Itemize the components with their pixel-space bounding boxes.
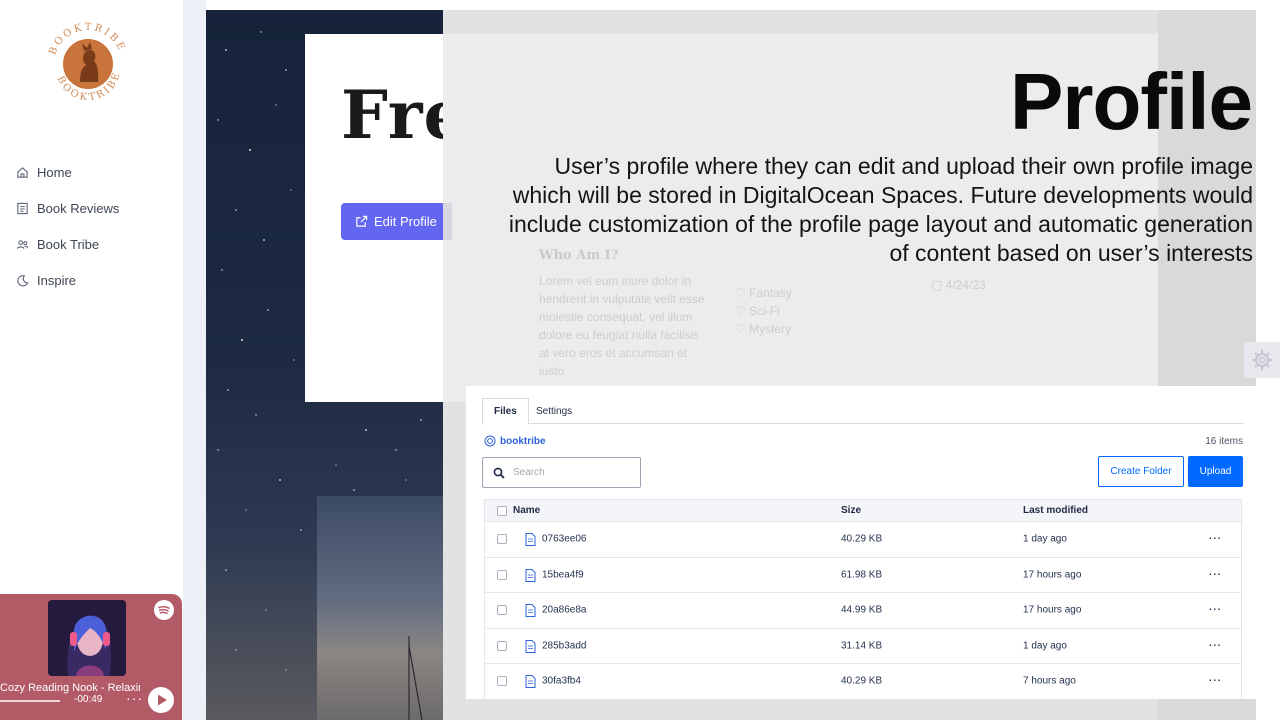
file-size: 61.98 KB (841, 569, 883, 581)
play-button[interactable] (148, 687, 174, 713)
file-name[interactable]: 20a86e8a (542, 605, 587, 616)
file-icon (525, 533, 536, 547)
item-count: 16 items (1205, 436, 1243, 447)
about-text: Lorem vel eum iriure dolor in hendrerit … (539, 274, 705, 378)
file-modified: 17 hours ago (1023, 604, 1082, 616)
column-last-modified[interactable]: Last modified (1023, 505, 1088, 516)
track-title: Cozy Reading Nook - Relaxing (0, 682, 140, 694)
row-checkbox[interactable] (497, 569, 507, 580)
sidebar-item-home[interactable]: Home (16, 161, 72, 183)
booktribe-logo[interactable]: BOOKTRIBE BOOKTRIBE (40, 16, 136, 112)
player-more-button[interactable]: ··· (126, 690, 143, 706)
sidebar: BOOKTRIBE BOOKTRIBE Home Book Reviews Bo… (0, 0, 183, 720)
file-browser-tabs: Files Settings (482, 398, 1244, 425)
create-folder-button[interactable]: Create Folder (1098, 456, 1184, 487)
slide-description: User’s profile where they can edit and u… (508, 153, 1253, 266)
file-size: 40.29 KB (841, 533, 883, 545)
home-icon (17, 166, 28, 178)
genre-item: ♡ Mystery (735, 322, 792, 336)
file-icon (525, 604, 536, 618)
genre-label: Mystery (749, 322, 792, 336)
row-more-button[interactable]: ··· (1209, 534, 1222, 545)
list-icon (17, 202, 28, 214)
search-placeholder: Search (513, 467, 545, 478)
table-header: Name Size Last modified (484, 499, 1242, 522)
files-table: Name Size Last modified 0763ee06 40.29 K… (484, 499, 1242, 699)
bucket-name: booktribe (500, 435, 546, 447)
upload-button[interactable]: Upload (1188, 456, 1243, 487)
file-size: 31.14 KB (841, 640, 883, 652)
settings-gear-button[interactable] (1244, 342, 1280, 378)
slide-title: Profile (1010, 57, 1253, 146)
file-modified: 17 hours ago (1023, 569, 1082, 581)
genre-item: ♡ Fantasy (735, 286, 792, 300)
tab-settings[interactable]: Settings (525, 398, 583, 424)
edit-profile-button[interactable]: Edit Profile (341, 203, 443, 240)
sidebar-item-label: Inspire (37, 272, 77, 288)
genre-item: ♡ Sci-Fi (735, 304, 780, 318)
column-name[interactable]: Name (513, 505, 540, 516)
row-more-button[interactable]: ··· (1209, 605, 1222, 616)
joined-date-value: 4/24/23 (945, 278, 986, 292)
search-icon (493, 467, 505, 479)
tab-files[interactable]: Files (482, 398, 529, 425)
file-modified: 7 hours ago (1023, 675, 1076, 687)
genre-label: Fantasy (749, 286, 792, 300)
file-name[interactable]: 0763ee06 (542, 534, 587, 545)
row-more-button[interactable]: ··· (1209, 676, 1222, 687)
users-icon (16, 239, 29, 249)
file-modified: 1 day ago (1023, 640, 1067, 652)
file-icon (525, 568, 536, 582)
faded-button-edge (443, 203, 452, 240)
spotify-icon[interactable] (154, 600, 174, 620)
file-name[interactable]: 285b3add (542, 640, 587, 651)
row-checkbox[interactable] (497, 534, 507, 545)
time-remaining: -00:49 (74, 694, 103, 705)
table-row[interactable]: 30fa3fb4 40.29 KB 7 hours ago ··· (484, 664, 1242, 699)
album-art-image (48, 600, 126, 676)
external-edit-icon (356, 215, 368, 227)
search-input[interactable]: Search (482, 457, 641, 488)
table-row[interactable]: 20a86e8a 44.99 KB 17 hours ago ··· (484, 593, 1242, 629)
column-size[interactable]: Size (841, 505, 861, 516)
table-row[interactable]: 15bea4f9 61.98 KB 17 hours ago ··· (484, 557, 1242, 593)
sidebar-item-book-reviews[interactable]: Book Reviews (16, 197, 119, 219)
gear-icon (1252, 350, 1272, 370)
file-name[interactable]: 30fa3fb4 (542, 676, 581, 687)
row-checkbox[interactable] (497, 640, 507, 651)
spaces-file-browser: Files Settings booktribe 16 items Search… (466, 386, 1263, 699)
row-more-button[interactable]: ··· (1209, 569, 1222, 580)
moon-icon (17, 274, 29, 286)
album-art (48, 600, 126, 676)
table-row[interactable]: 0763ee06 40.29 KB 1 day ago ··· (484, 522, 1242, 558)
play-icon (158, 694, 167, 706)
genre-label: Sci-Fi (749, 304, 780, 318)
row-checkbox[interactable] (497, 605, 507, 616)
row-checkbox[interactable] (497, 676, 507, 687)
bucket-icon (484, 435, 496, 447)
sidebar-item-label: Home (37, 164, 72, 180)
sailboat-mast (408, 636, 423, 720)
select-all-checkbox[interactable] (497, 505, 507, 516)
sidebar-item-label: Book Tribe (37, 236, 100, 252)
file-modified: 1 day ago (1023, 533, 1067, 545)
file-name[interactable]: 15bea4f9 (542, 569, 584, 580)
sidebar-item-inspire[interactable]: Inspire (16, 269, 76, 291)
file-icon (525, 675, 536, 689)
sidebar-divider (183, 0, 206, 720)
playback-progress[interactable] (0, 700, 60, 702)
row-more-button[interactable]: ··· (1209, 640, 1222, 651)
sidebar-item-label: Book Reviews (37, 200, 120, 216)
joined-date: ▢ 4/24/23 (931, 278, 986, 292)
sidebar-item-book-tribe[interactable]: Book Tribe (16, 233, 99, 255)
file-icon (525, 639, 536, 653)
landscape-photo (317, 496, 443, 720)
file-size: 40.29 KB (841, 675, 883, 687)
bucket-breadcrumb[interactable]: booktribe (484, 435, 546, 447)
profile-card: Fred Edit Profile (305, 34, 513, 402)
file-size: 44.99 KB (841, 604, 883, 616)
table-row[interactable]: 285b3add 31.14 KB 1 day ago ··· (484, 628, 1242, 664)
edit-profile-label: Edit Profile (374, 214, 437, 229)
